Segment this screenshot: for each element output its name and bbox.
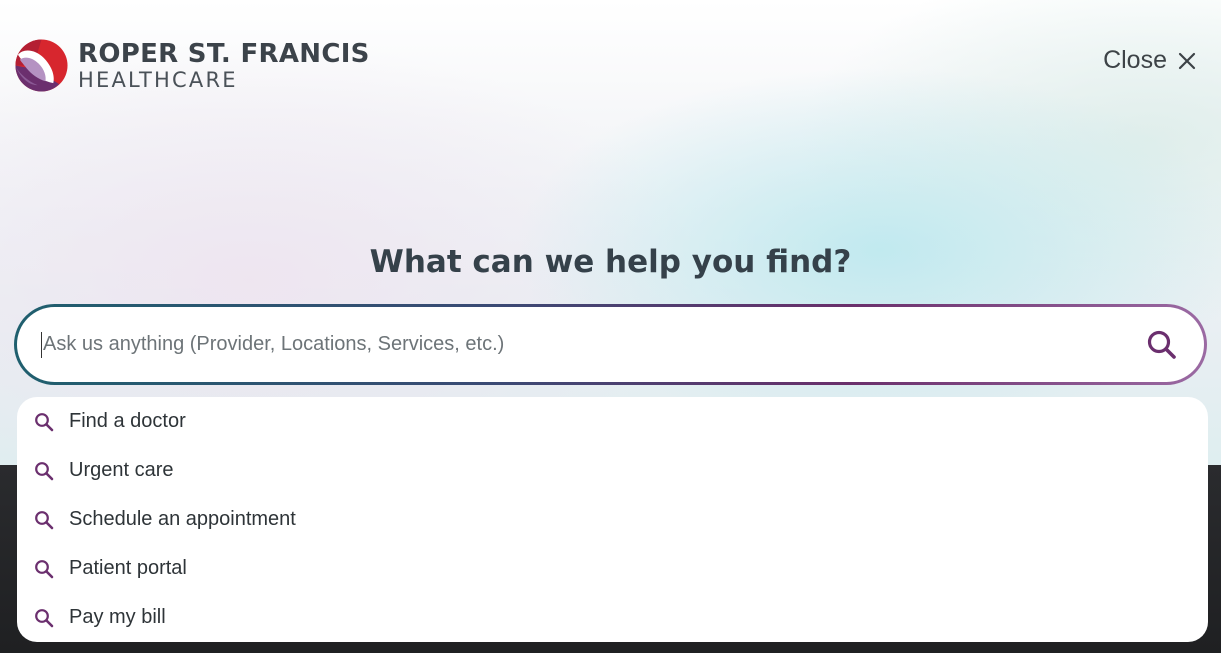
search-icon xyxy=(35,608,54,627)
suggestion-label: Pay my bill xyxy=(69,606,166,628)
brand-name-line2: HEALTHCARE xyxy=(78,67,238,92)
suggestion-patient-portal[interactable]: Patient portal xyxy=(17,544,1208,593)
page-title: What can we help you find? xyxy=(369,244,852,280)
close-icon xyxy=(1178,52,1196,69)
brand-name-line1: ROPER ST. FRANCIS xyxy=(78,38,370,69)
search-icon xyxy=(35,461,54,480)
rsf-logo-mark-icon xyxy=(15,39,68,92)
search-bar-inner xyxy=(17,307,1204,382)
search-submit-button[interactable] xyxy=(1144,327,1180,363)
brand-logo[interactable]: ROPER ST. FRANCIS HEALTHCARE xyxy=(14,38,370,93)
search-input[interactable] xyxy=(41,331,1144,358)
suggestion-pay-my-bill[interactable]: Pay my bill xyxy=(17,593,1208,642)
search-icon xyxy=(35,559,54,578)
search-icon xyxy=(35,510,54,529)
search-icon xyxy=(35,412,54,431)
suggestion-find-a-doctor[interactable]: Find a doctor xyxy=(17,397,1208,446)
suggestion-urgent-care[interactable]: Urgent care xyxy=(17,446,1208,495)
suggestion-label: Urgent care xyxy=(69,459,174,481)
suggestion-label: Schedule an appointment xyxy=(69,508,296,530)
search-icon xyxy=(1147,330,1176,359)
search-suggestions: Find a doctor Urgent care Schedule an ap… xyxy=(17,397,1208,642)
suggestion-label: Patient portal xyxy=(69,557,187,579)
suggestion-label: Find a doctor xyxy=(69,410,186,432)
search-overlay: ROPER ST. FRANCIS HEALTHCARE Close What … xyxy=(0,0,1221,653)
close-button[interactable]: Close xyxy=(1103,46,1197,75)
search-bar xyxy=(14,304,1207,385)
suggestion-schedule-appointment[interactable]: Schedule an appointment xyxy=(17,495,1208,544)
close-label: Close xyxy=(1103,46,1167,74)
